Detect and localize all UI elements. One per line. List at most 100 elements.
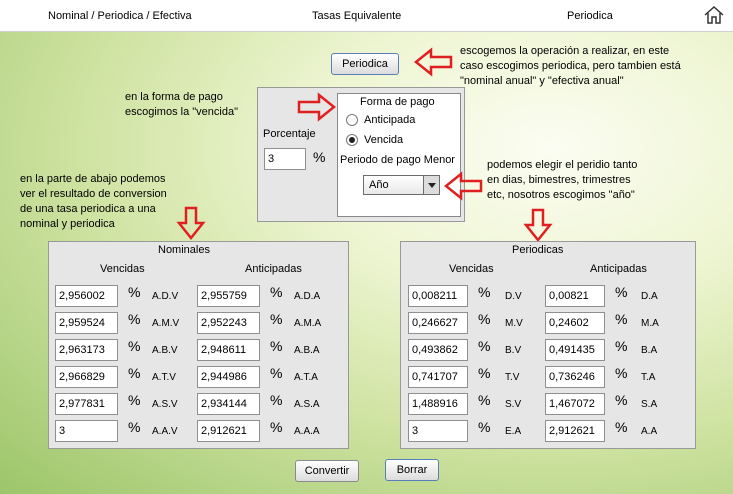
periodicas-vencida-code: S.V <box>505 399 522 410</box>
periodicas-vencida-value[interactable]: 0,246627 <box>408 312 468 334</box>
periodicas-vencida-value[interactable]: 3 <box>408 420 468 442</box>
nominales-anticipada-value[interactable]: 2,944986 <box>197 366 260 388</box>
percent-icon: % <box>270 392 283 408</box>
nominales-anticipada-code: A.D.A <box>294 291 321 302</box>
periodicas-anticipada-value[interactable]: 0,736246 <box>545 366 605 388</box>
arrow-left-icon <box>414 47 453 77</box>
percent-icon: % <box>478 419 491 435</box>
anticipada-label: Anticipada <box>364 114 416 126</box>
periodicas-vencida-value[interactable]: 1,488916 <box>408 393 468 415</box>
periodicas-anticipada-code: A.A <box>641 426 658 437</box>
periodo-select[interactable]: Año <box>363 175 440 195</box>
percent-icon: % <box>128 311 141 327</box>
periodicas-anticipada-code: D.A <box>641 291 658 302</box>
periodicas-anticipadas-header: Anticipadas <box>590 263 647 275</box>
borrar-button[interactable]: Borrar <box>385 459 439 481</box>
menu-tasas-equivalente[interactable]: Tasas Equivalente <box>312 10 401 22</box>
nominales-anticipadas-header: Anticipadas <box>245 263 302 275</box>
percent-icon: % <box>615 392 628 408</box>
percent-icon: % <box>128 338 141 354</box>
periodicas-vencida-code: E.A <box>505 426 522 437</box>
percent-icon: % <box>615 338 628 354</box>
note-operation: escogemos la operación a realizar, en es… <box>460 45 681 87</box>
nominales-title: Nominales <box>158 244 210 256</box>
percent-icon: % <box>313 149 326 165</box>
periodicas-anticipada-value[interactable]: 0,24602 <box>545 312 605 334</box>
porcentaje-label: Porcentaje <box>263 128 316 140</box>
menu-nominal-periodica-efectiva[interactable]: Nominal / Periodica / Efectiva <box>48 10 192 22</box>
radio-anticipada[interactable] <box>346 114 358 126</box>
top-menu-bar: Nominal / Periodica / Efectiva Tasas Equ… <box>0 0 733 32</box>
percent-icon: % <box>478 311 491 327</box>
nominales-anticipada-value[interactable]: 2,912621 <box>197 420 260 442</box>
nominales-anticipada-code: A.S.A <box>294 399 320 410</box>
menu-periodica[interactable]: Periodica <box>567 10 613 22</box>
periodicas-anticipada-value[interactable]: 0,491435 <box>545 339 605 361</box>
percent-icon: % <box>615 284 628 300</box>
percent-icon: % <box>128 365 141 381</box>
arrow-right-icon <box>297 92 336 122</box>
nominales-vencida-value[interactable]: 2,966829 <box>55 366 118 388</box>
periodica-button[interactable]: Periodica <box>331 53 399 75</box>
percent-icon: % <box>615 419 628 435</box>
home-icon[interactable] <box>703 4 725 26</box>
percent-icon: % <box>478 284 491 300</box>
periodicas-vencida-value[interactable]: 0,741707 <box>408 366 468 388</box>
nominales-anticipada-value[interactable]: 2,948611 <box>197 339 260 361</box>
periodicas-anticipada-value[interactable]: 0,00821 <box>545 285 605 307</box>
percent-icon: % <box>270 419 283 435</box>
porcentaje-input[interactable]: 3 <box>264 148 306 170</box>
nominales-vencida-value[interactable]: 2,977831 <box>55 393 118 415</box>
convertir-button[interactable]: Convertir <box>295 460 359 482</box>
nominales-vencida-code: A.A.V <box>152 426 178 437</box>
periodo-label: Periodo de pago Menor <box>340 154 455 166</box>
nominales-anticipada-code: A.T.A <box>294 372 318 383</box>
periodicas-vencida-value[interactable]: 0,008211 <box>408 285 468 307</box>
nominales-vencidas-header: Vencidas <box>100 263 145 275</box>
periodicas-vencida-value[interactable]: 0,493862 <box>408 339 468 361</box>
periodicas-vencidas-header: Vencidas <box>449 263 494 275</box>
periodicas-anticipada-value[interactable]: 2,912621 <box>545 420 605 442</box>
percent-icon: % <box>478 338 491 354</box>
periodicas-vencida-code: T.V <box>505 372 520 383</box>
periodicas-vencida-code: M.V <box>505 318 523 329</box>
arrow-left-icon <box>444 171 483 201</box>
percent-icon: % <box>270 311 283 327</box>
percent-icon: % <box>615 365 628 381</box>
periodicas-anticipada-code: M.A <box>641 318 659 329</box>
nominales-vencida-value[interactable]: 2,956002 <box>55 285 118 307</box>
nominales-vencida-code: A.M.V <box>152 318 180 329</box>
percent-icon: % <box>128 284 141 300</box>
percent-icon: % <box>478 365 491 381</box>
chevron-down-icon[interactable] <box>423 176 439 194</box>
nominales-vencida-code: A.B.V <box>152 345 178 356</box>
periodicas-anticipada-code: B.A <box>641 345 658 356</box>
arrow-down-icon <box>523 208 553 242</box>
arrow-down-icon <box>176 206 206 240</box>
periodo-select-value: Año <box>369 179 389 191</box>
nominales-anticipada-value[interactable]: 2,955759 <box>197 285 260 307</box>
radio-vencida[interactable] <box>346 134 358 146</box>
periodicas-anticipada-value[interactable]: 1,467072 <box>545 393 605 415</box>
percent-icon: % <box>615 311 628 327</box>
nominales-vencida-code: A.D.V <box>152 291 179 302</box>
note-resultado: en la parte de abajo podemos ver el resu… <box>20 173 167 230</box>
periodicas-anticipada-code: S.A <box>641 399 658 410</box>
nominales-anticipada-code: A.M.A <box>294 318 322 329</box>
periodicas-vencida-code: B.V <box>505 345 522 356</box>
vencida-label: Vencida <box>364 134 404 146</box>
nominales-vencida-value[interactable]: 3 <box>55 420 118 442</box>
nominales-anticipada-value[interactable]: 2,952243 <box>197 312 260 334</box>
nominales-vencida-value[interactable]: 2,959524 <box>55 312 118 334</box>
percent-icon: % <box>270 365 283 381</box>
forma-pago-title: Forma de pago <box>360 96 435 108</box>
nominales-vencida-value[interactable]: 2,963173 <box>55 339 118 361</box>
nominales-anticipada-value[interactable]: 2,934144 <box>197 393 260 415</box>
nominales-vencida-code: A.T.V <box>152 372 176 383</box>
note-periodo: podemos elegir el peridio tanto en dias,… <box>487 159 638 201</box>
percent-icon: % <box>270 284 283 300</box>
note-forma-pago: en la forma de pago escogimos la "vencid… <box>125 91 238 118</box>
periodicas-vencida-code: D.V <box>505 291 522 302</box>
percent-icon: % <box>270 338 283 354</box>
nominales-anticipada-code: A.B.A <box>294 345 320 356</box>
